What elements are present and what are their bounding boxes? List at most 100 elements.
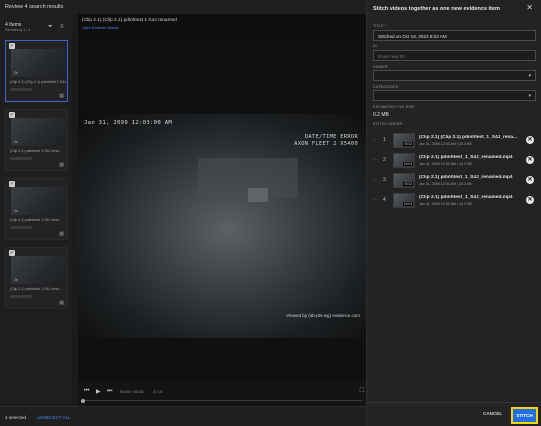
- fullscreen-icon[interactable]: ⛶: [360, 388, 364, 395]
- drag-handle-icon[interactable]: ⋯: [373, 137, 378, 143]
- item-title: (Clip 2.1) pdinhtest_1_S4J_renamed.mp4: [419, 175, 513, 180]
- thumbnail: 00:03: [393, 133, 415, 148]
- id-label: ID: [373, 44, 377, 48]
- result-card[interactable]: ✓ 2s (Clip 2.1) (Clip 2.1) pdinhtest 1 S…: [5, 40, 68, 102]
- duration-label: 00:03: [403, 182, 413, 186]
- remove-icon[interactable]: ✕: [526, 156, 534, 164]
- item-title: (Clip 2.1) pdinhtest_1_S4J_renamed.mp4: [419, 195, 513, 200]
- chevron-down-icon: ▾: [528, 73, 531, 79]
- card-meta: [10, 295, 32, 298]
- item-meta: Jan 31, 2099 12:03 AM | 43.3 KB: [419, 162, 472, 166]
- item-title: (Clip 2.1) (Clip 2.1) pdinhtest_1_S4J_re…: [419, 135, 518, 140]
- scene-monitor: [248, 188, 268, 202]
- item-meta: Jan 31, 2099 12:03 AM | 43.3 KB: [419, 202, 472, 206]
- thumbnail: 2s: [11, 256, 66, 284]
- stitch-item[interactable]: ⋯ 1 00:03 (Clip 2.1) (Clip 2.1) pdinhtes…: [373, 132, 536, 150]
- watermark: Viewed by (ab-pts-wg) evidence.com: [286, 313, 360, 318]
- stitch-button[interactable]: STITCH: [511, 407, 538, 424]
- progress-knob[interactable]: [81, 398, 85, 403]
- skip-forward-icon[interactable]: ⏭: [107, 388, 112, 395]
- item-meta: Jan 31, 2099 12:03 AM | 43.3 KB: [419, 142, 472, 146]
- info-icon[interactable]: ▦: [59, 93, 64, 99]
- duration-label: 00:03: [403, 162, 413, 166]
- stitch-panel: Stitch videos together as one new eviden…: [366, 0, 541, 426]
- osd-date: Jan 31, 2099 12:03:00 AM: [84, 120, 173, 126]
- close-icon[interactable]: ✕: [526, 3, 533, 12]
- order-label: STITCH ORDER: [373, 122, 403, 126]
- drag-handle-icon[interactable]: ⋯: [373, 197, 378, 203]
- play-icon[interactable]: ▶: [96, 388, 101, 395]
- selection-bar: 4 selected UNSELECT ALL: [0, 406, 366, 426]
- stitch-item[interactable]: ⋯ 3 00:03 (Clip 2.1) pdinhtest_1_S4J_ren…: [373, 172, 536, 190]
- thumbnail: 00:03: [393, 173, 415, 188]
- result-card[interactable]: ✓ 2s (Clip 2.1) pdinhtest 1 S4J rena... …: [5, 178, 68, 240]
- osd-error: DATE/TIME ERROR: [304, 134, 358, 140]
- unselect-all-link[interactable]: UNSELECT ALL: [37, 415, 71, 420]
- card-meta: [10, 88, 32, 91]
- stitch-order-number: 1: [383, 137, 386, 143]
- app-window: Review 4 search results 4 Items Remainin…: [0, 0, 541, 426]
- categories-label: CATEGORIES: [373, 85, 399, 89]
- result-card[interactable]: ✓ 2s (Clip 2.1) pdinhtest 1 S4J rena... …: [5, 247, 68, 309]
- video-frame[interactable]: Jan 31, 2099 12:03:00 AM DATE/TIME ERROR…: [78, 38, 366, 382]
- video-viewer: (Clip 2.1) (Clip 2.1) pdinhtest 1 S4J re…: [78, 14, 366, 406]
- categories-select[interactable]: ▾: [373, 90, 536, 101]
- remove-icon[interactable]: ✕: [526, 176, 534, 184]
- remove-icon[interactable]: ✕: [526, 196, 534, 204]
- selected-count: 4 selected: [5, 415, 26, 420]
- info-icon[interactable]: ▦: [59, 300, 64, 306]
- thumbnail: 00:03: [393, 193, 415, 208]
- skip-back-icon[interactable]: ⏮: [84, 388, 89, 395]
- time-readout: 00:00 / 00:03: [120, 389, 144, 394]
- stitch-item[interactable]: ⋯ 2 00:03 (Clip 2.1) pdinhtest_1_S4J_ren…: [373, 152, 536, 170]
- info-icon[interactable]: ▦: [59, 162, 64, 168]
- panel-title: Stitch videos together as one new eviden…: [373, 6, 500, 12]
- panel-footer: CANCEL STITCH: [367, 402, 541, 426]
- size-value: 0.2 MB: [373, 112, 389, 118]
- page-title: Review 4 search results: [0, 0, 366, 14]
- duration-label: 00:03: [403, 142, 413, 146]
- duration-label: 2s: [14, 209, 18, 213]
- stitch-item[interactable]: ⋯ 4 00:03 (Clip 2.1) pdinhtest_1_S4J_ren…: [373, 192, 536, 210]
- stitch-order-number: 3: [383, 177, 386, 183]
- item-title: (Clip 2.1) pdinhtest_1_S4J_renamed.mp4: [419, 155, 513, 160]
- title-label: TITLE *: [373, 24, 387, 28]
- drag-handle-icon[interactable]: ⋯: [373, 177, 378, 183]
- card-title: (Clip 2.1) pdinhtest 1 S4J rena...: [10, 287, 62, 291]
- card-meta: [10, 157, 32, 160]
- duration-label: 2s: [14, 140, 18, 144]
- chevron-down-icon: ▾: [528, 93, 531, 99]
- thumbnail: 00:03: [393, 153, 415, 168]
- remove-icon[interactable]: ✕: [526, 136, 534, 144]
- owner-label: OWNER: [373, 65, 388, 69]
- size-label: ESTIMATED FILE SIZE: [373, 105, 415, 109]
- owner-select[interactable]: ▾: [373, 70, 536, 81]
- result-card[interactable]: ✓ 2s (Clip 2.1) pdinhtest 1 S4J rena... …: [5, 109, 68, 171]
- speed-control[interactable]: ◷ 1X: [153, 389, 163, 394]
- progress-bar[interactable]: [81, 398, 362, 403]
- info-icon[interactable]: ▦: [59, 231, 64, 237]
- video-title: (Clip 2.1) (Clip 2.1) pdinhtest 1 S4J re…: [82, 18, 177, 23]
- evidence-details-link[interactable]: Open Evidence Details: [82, 26, 119, 30]
- id-field[interactable]: Enter new ID: [373, 50, 536, 61]
- items-remaining: Remaining 1 / 4: [5, 28, 31, 32]
- thumbnail: 2s: [11, 118, 66, 146]
- stitch-order-number: 2: [383, 157, 386, 163]
- cancel-button[interactable]: CANCEL: [483, 411, 502, 416]
- duration-label: 2s: [14, 278, 18, 282]
- osd-device: AXON FLEET 2 X5400: [294, 141, 358, 147]
- card-meta: [10, 226, 32, 229]
- duration-label: 2s: [14, 71, 18, 75]
- card-title: (Clip 2.1) (Clip 2.1) pdinhtest 1 S4J...: [10, 80, 66, 84]
- drag-handle-icon[interactable]: ⋯: [373, 157, 378, 163]
- thumbnail: 2s: [11, 49, 66, 77]
- title-field[interactable]: Stitched on Oct 18, 2023 8:22 AM: [373, 30, 536, 41]
- filter-icon[interactable]: ⏷: [48, 24, 53, 31]
- item-meta: Jan 31, 2099 12:03 AM | 43.3 KB: [419, 182, 472, 186]
- duration-label: 00:03: [403, 202, 413, 206]
- speed-value: 1X: [157, 389, 163, 394]
- thumbnail: 2s: [11, 187, 66, 215]
- sort-icon[interactable]: ≡: [60, 24, 64, 30]
- results-sidebar: 4 Items Remaining 1 / 4 ⏷ ≡ ✓ 2s (Clip 2…: [0, 14, 72, 426]
- card-title: (Clip 2.1) pdinhtest 1 S4J rena...: [10, 149, 62, 153]
